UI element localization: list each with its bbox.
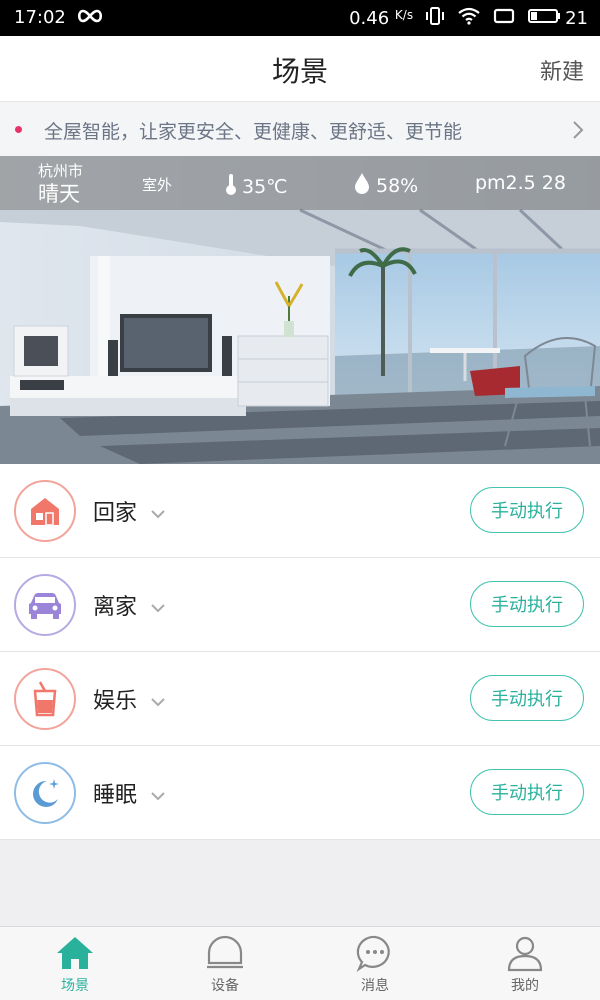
battery-level: 21 <box>565 8 588 29</box>
tab-label: 场景 <box>61 978 89 994</box>
droplet-icon <box>354 172 370 199</box>
weather-temperature: 35℃ <box>224 172 288 201</box>
scene-label: 离家 <box>93 595 138 620</box>
page-title: 场景 <box>271 55 328 88</box>
tab-label: 消息 <box>361 978 389 994</box>
scene-row-entertainment[interactable]: 娱乐 手动执行 <box>0 652 600 746</box>
manual-execute-button[interactable]: 手动执行 <box>470 675 584 721</box>
scene-label: 娱乐 <box>93 689 138 714</box>
profile-icon <box>505 933 545 973</box>
car-icon <box>14 574 76 636</box>
screen-icon <box>493 8 515 29</box>
battery-icon <box>527 8 561 29</box>
scene-row-home[interactable]: 回家 手动执行 <box>0 464 600 558</box>
scene-row-sleep[interactable]: 睡眠 手动执行 <box>0 746 600 840</box>
vibrate-icon <box>425 7 445 30</box>
room-hero-image: 杭州市 晴天 室外 35℃ 58% pm2.5 28 <box>0 156 600 464</box>
infinity-icon <box>76 7 104 28</box>
tab-messages[interactable]: 消息 <box>300 927 450 1000</box>
weather-outside-label: 室外 <box>142 176 173 194</box>
status-bar: 17:02 0.46 K/s 21 <box>0 0 600 36</box>
weather-overlay: 杭州市 晴天 室外 35℃ 58% pm2.5 28 <box>0 156 600 210</box>
manual-execute-button[interactable]: 手动执行 <box>470 581 584 627</box>
manual-execute-button[interactable]: 手动执行 <box>470 769 584 815</box>
chevron-down-icon[interactable] <box>150 598 166 617</box>
chevron-down-icon[interactable] <box>150 504 166 523</box>
tab-profile[interactable]: 我的 <box>450 927 600 1000</box>
home-icon <box>55 933 95 973</box>
bottom-nav: 场景 设备 消息 我的 <box>0 926 600 1000</box>
manual-execute-button[interactable]: 手动执行 <box>470 487 584 533</box>
weather-pm25: pm2.5 28 <box>474 172 566 194</box>
moon-icon <box>14 762 76 824</box>
tab-label: 我的 <box>511 978 539 994</box>
banner-text: 全屋智能，让家更安全、更健康、更舒适、更节能 <box>44 121 463 143</box>
tab-devices[interactable]: 设备 <box>150 927 300 1000</box>
chevron-down-icon[interactable] <box>150 786 166 805</box>
scene-label: 回家 <box>93 501 138 526</box>
device-icon <box>205 933 245 973</box>
network-speed: 0.46 K/s <box>349 8 414 29</box>
chevron-right-icon <box>572 120 584 144</box>
app-header: 场景 新建 <box>0 36 600 102</box>
tab-scenes[interactable]: 场景 <box>0 927 150 1000</box>
banner-dot <box>15 126 22 133</box>
thermometer-icon <box>224 172 238 201</box>
scene-row-away[interactable]: 离家 手动执行 <box>0 558 600 652</box>
weather-condition: 晴天 <box>38 182 80 206</box>
new-scene-button[interactable]: 新建 <box>540 54 584 86</box>
scene-list: 回家 手动执行 离家 手动执行 娱乐 手动执行 睡眠 手动执行 <box>0 464 600 840</box>
promo-banner[interactable]: 全屋智能，让家更安全、更健康、更舒适、更节能 <box>0 102 600 156</box>
drink-icon <box>14 668 76 730</box>
scene-label: 睡眠 <box>93 783 138 808</box>
message-icon <box>355 933 395 973</box>
home-icon <box>14 480 76 542</box>
weather-humidity: 58% <box>354 172 418 199</box>
tab-label: 设备 <box>211 978 239 994</box>
chevron-down-icon[interactable] <box>150 692 166 711</box>
status-time: 17:02 <box>14 7 66 28</box>
wifi-icon <box>457 7 481 30</box>
